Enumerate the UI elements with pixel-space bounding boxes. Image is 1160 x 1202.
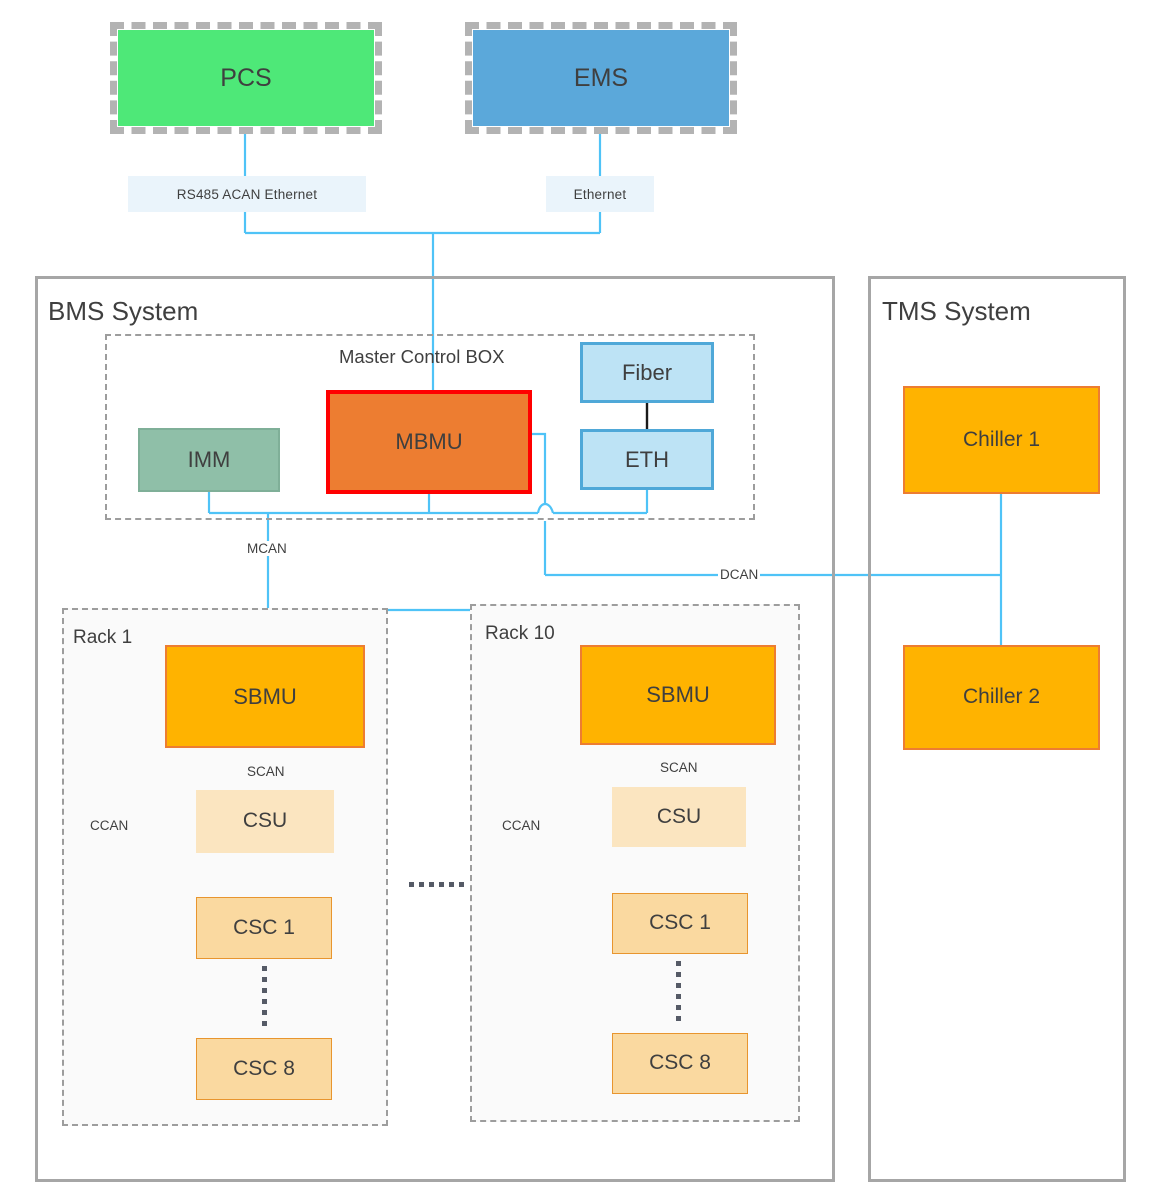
bus-label-rack-1-ccan: CCAN — [88, 818, 131, 833]
node-chiller-1-label: Chiller 1 — [962, 427, 1041, 451]
group-rack-10-title: Rack 10 — [485, 623, 555, 644]
node-fiber-label: Fiber — [621, 359, 673, 385]
node-rack-1-csc-1-label: CSC 1 — [233, 915, 295, 939]
rack-10-csc-ellipsis — [676, 961, 681, 1021]
node-chiller-2[interactable]: Chiller 2 — [903, 645, 1100, 750]
node-rack-1-sbmu-label: SBMU — [233, 683, 297, 709]
node-rack-10-sbmu-label: SBMU — [646, 682, 710, 708]
node-rack-1-csc-1[interactable]: CSC 1 — [196, 897, 332, 959]
protocol-chip-pcs-label: RS485 ACAN Ethernet — [176, 186, 318, 202]
node-rack-10-csc-8[interactable]: CSC 8 — [612, 1033, 748, 1094]
node-eth-label: ETH — [625, 446, 669, 472]
rack-group-ellipsis — [409, 882, 464, 887]
protocol-chip-pcs: RS485 ACAN Ethernet — [128, 176, 366, 212]
node-rack-10-sbmu[interactable]: SBMU — [580, 645, 776, 745]
node-chiller-1[interactable]: Chiller 1 — [903, 386, 1100, 494]
node-rack-10-csu-label: CSU — [656, 804, 702, 828]
node-imm[interactable]: IMM — [138, 428, 280, 492]
node-rack-1-csc-8-label: CSC 8 — [233, 1056, 295, 1080]
external-system-pcs[interactable]: PCS — [110, 22, 382, 134]
bus-label-mcan: MCAN — [245, 541, 289, 556]
ems-label: EMS — [473, 30, 729, 126]
external-system-ems[interactable]: EMS — [465, 22, 737, 134]
node-chiller-2-label: Chiller 2 — [962, 685, 1041, 709]
protocol-chip-ems-label: Ethernet — [573, 186, 627, 202]
group-rack-1-title: Rack 1 — [73, 627, 133, 648]
diagram-canvas: PCS EMS RS485 ACAN Ethernet Ethernet BMS… — [0, 0, 1160, 1202]
node-imm-label: IMM — [187, 447, 231, 473]
node-rack-10-csc-1[interactable]: CSC 1 — [612, 893, 748, 954]
node-rack-10-csc-8-label: CSC 8 — [649, 1051, 711, 1075]
node-mbmu[interactable]: MBMU — [326, 390, 532, 494]
bus-label-rack-10-scan: SCAN — [658, 760, 700, 775]
panel-tms-system-title: TMS System — [882, 296, 1031, 326]
pcs-label: PCS — [118, 30, 374, 126]
node-fiber[interactable]: Fiber — [580, 342, 714, 403]
node-rack-1-csc-8[interactable]: CSC 8 — [196, 1038, 332, 1100]
node-rack-10-csu[interactable]: CSU — [612, 787, 746, 847]
bus-label-rack-10-ccan: CCAN — [500, 818, 543, 833]
rack-1-csc-ellipsis — [262, 966, 267, 1026]
node-rack-1-csu[interactable]: CSU — [196, 790, 334, 853]
protocol-chip-ems: Ethernet — [546, 176, 654, 212]
bus-label-rack-1-scan: SCAN — [245, 764, 287, 779]
node-rack-10-csc-1-label: CSC 1 — [649, 911, 711, 935]
node-rack-1-sbmu[interactable]: SBMU — [165, 645, 365, 748]
panel-bms-system-title: BMS System — [48, 296, 199, 326]
node-eth[interactable]: ETH — [580, 429, 714, 490]
group-master-control-box-title: Master Control BOX — [339, 346, 505, 367]
node-mbmu-label: MBMU — [395, 429, 463, 455]
bus-label-dcan: DCAN — [718, 567, 761, 582]
node-rack-1-csu-label: CSU — [242, 809, 288, 833]
